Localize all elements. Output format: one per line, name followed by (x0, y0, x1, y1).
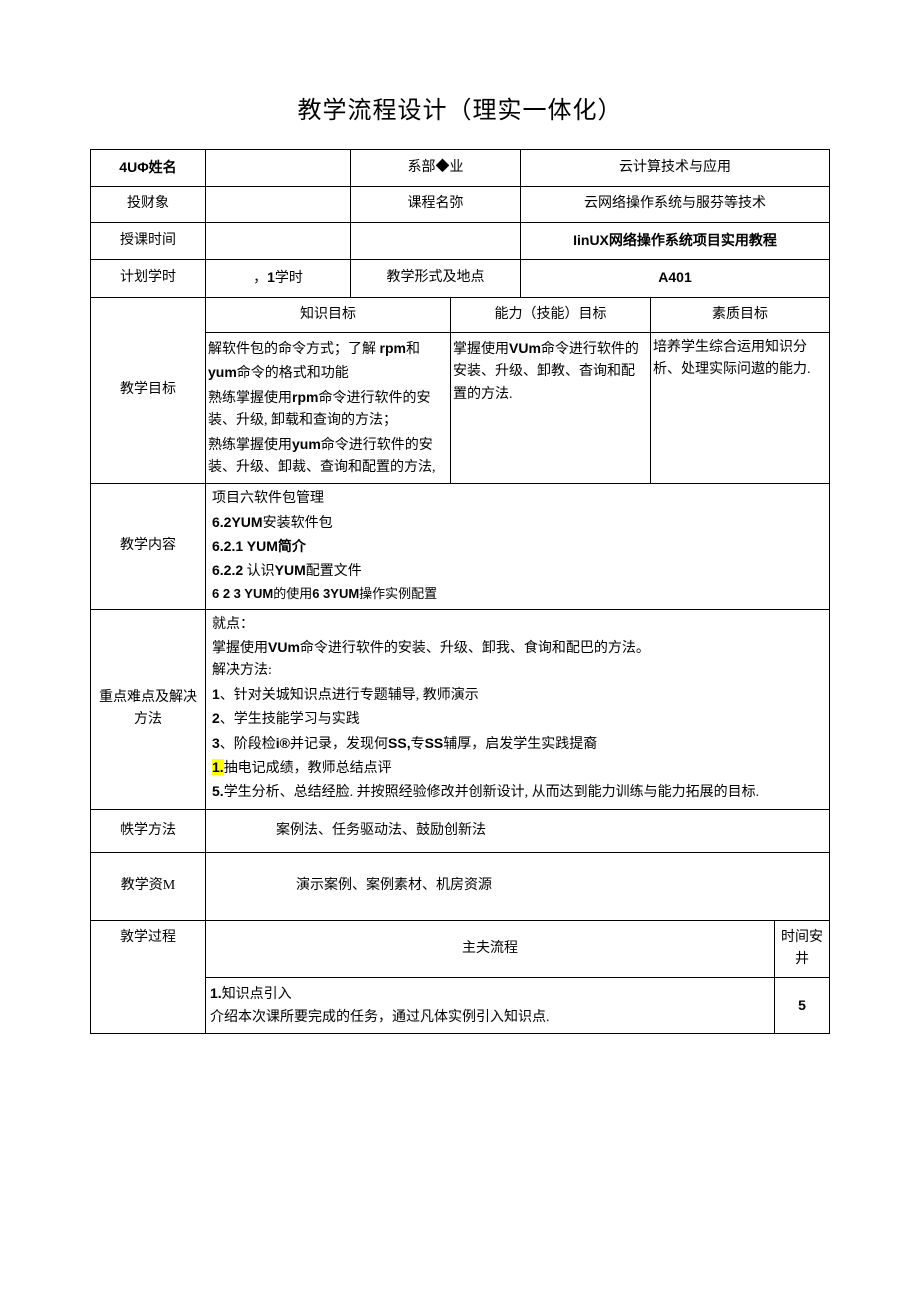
goal-h1: 知识目标 (206, 297, 451, 332)
goal-knowledge: 解软件包的命令方式；了解 rpm和yum命令的格式和功能 熟练掌握使用rpm命令… (206, 332, 451, 483)
label-goals: 教学目标 (91, 297, 206, 484)
val-audience (206, 187, 351, 222)
val-method: 案例法、任务驱动法、鼓励创新法 (206, 809, 830, 852)
row-keypoints: 重点难点及解决方法 就点： 掌握使用VUm命令进行软件的安装、升级、卸我、食询和… (91, 609, 830, 809)
label-dept: 系部◆业 (351, 150, 521, 187)
goal-skill: 掌握使用VUm命令进行软件的安装、升级、卸教、杳询和配置的方法. (451, 332, 651, 483)
lesson-plan-table: 4UΦ姓名 系部◆业 云计算技术与应用 投财象 课程名弥 云网络操作系统与服芬等… (90, 149, 830, 1034)
label-content: 教学内容 (91, 484, 206, 609)
page-title: 教学流程设计（理实一体化） (90, 90, 830, 125)
val-name (206, 150, 351, 187)
row-resource: 教学资M 演示案例、案例素材、机房资源 (91, 853, 830, 920)
row-content: 教学内容 项目六软件包管理 6.2YUM安装软件包 6.2.1 YUM简介 6.… (91, 484, 830, 609)
goal-quality: 培养学生综合运用知识分析、处理实际问遨的能力. (651, 332, 830, 483)
val-textbook: IinUX网络操作系统项目实用教程 (573, 232, 777, 248)
process-main-head: 主夫流程 (206, 920, 775, 978)
label-name: 4UΦ姓名 (119, 159, 176, 175)
val-form: A401 (658, 269, 691, 285)
content-body: 项目六软件包管理 6.2YUM安装软件包 6.2.1 YUM简介 6.2.2 认… (206, 484, 830, 609)
goal-h2: 能力（技能）目标 (451, 297, 651, 332)
label-resource: 教学资M (91, 853, 206, 920)
val-course: 云网络操作系统与服芬等技术 (521, 187, 830, 222)
label-keypoints: 重点难点及解决方法 (91, 609, 206, 809)
row-audience: 投财象 课程名弥 云网络操作系统与服芬等技术 (91, 187, 830, 222)
label-process: 敦学过程 (91, 920, 206, 1034)
process-time1: 5 (798, 997, 806, 1013)
val-time (206, 222, 351, 259)
row-hours: 计划学时 ，1学时 教学形式及地点 A401 (91, 260, 830, 297)
label-form: 教学形式及地点 (351, 260, 521, 297)
val-hours: 1 (267, 269, 275, 285)
label-hours: 计划学时 (91, 260, 206, 297)
label-textbook (351, 222, 521, 259)
val-resource: 演示案例、案例素材、机房资源 (206, 853, 830, 920)
row-time: 授课时间 IinUX网络操作系统项目实用教程 (91, 222, 830, 259)
label-method: 帙学方法 (91, 809, 206, 852)
label-course: 课程名弥 (351, 187, 521, 222)
process-time-head: 时间安井 (774, 920, 829, 978)
keypoints-body: 就点： 掌握使用VUm命令进行软件的安装、升级、卸我、食询和配巴的方法。 解决方… (206, 609, 830, 809)
row-teacher: 4UΦ姓名 系部◆业 云计算技术与应用 (91, 150, 830, 187)
label-time: 授课时间 (91, 222, 206, 259)
goal-h3: 素质目标 (651, 297, 830, 332)
process-step1: 1.知识点引入 介绍本次课所要完成的任务，通过凡体实例引入知识点. (206, 978, 775, 1034)
label-audience: 投财象 (91, 187, 206, 222)
row-method: 帙学方法 案例法、任务驱动法、鼓励创新法 (91, 809, 830, 852)
val-dept: 云计算技术与应用 (521, 150, 830, 187)
row-goal-headers: 教学目标 知识目标 能力（技能）目标 素质目标 (91, 297, 830, 332)
row-process-header: 敦学过程 主夫流程 时间安井 (91, 920, 830, 978)
